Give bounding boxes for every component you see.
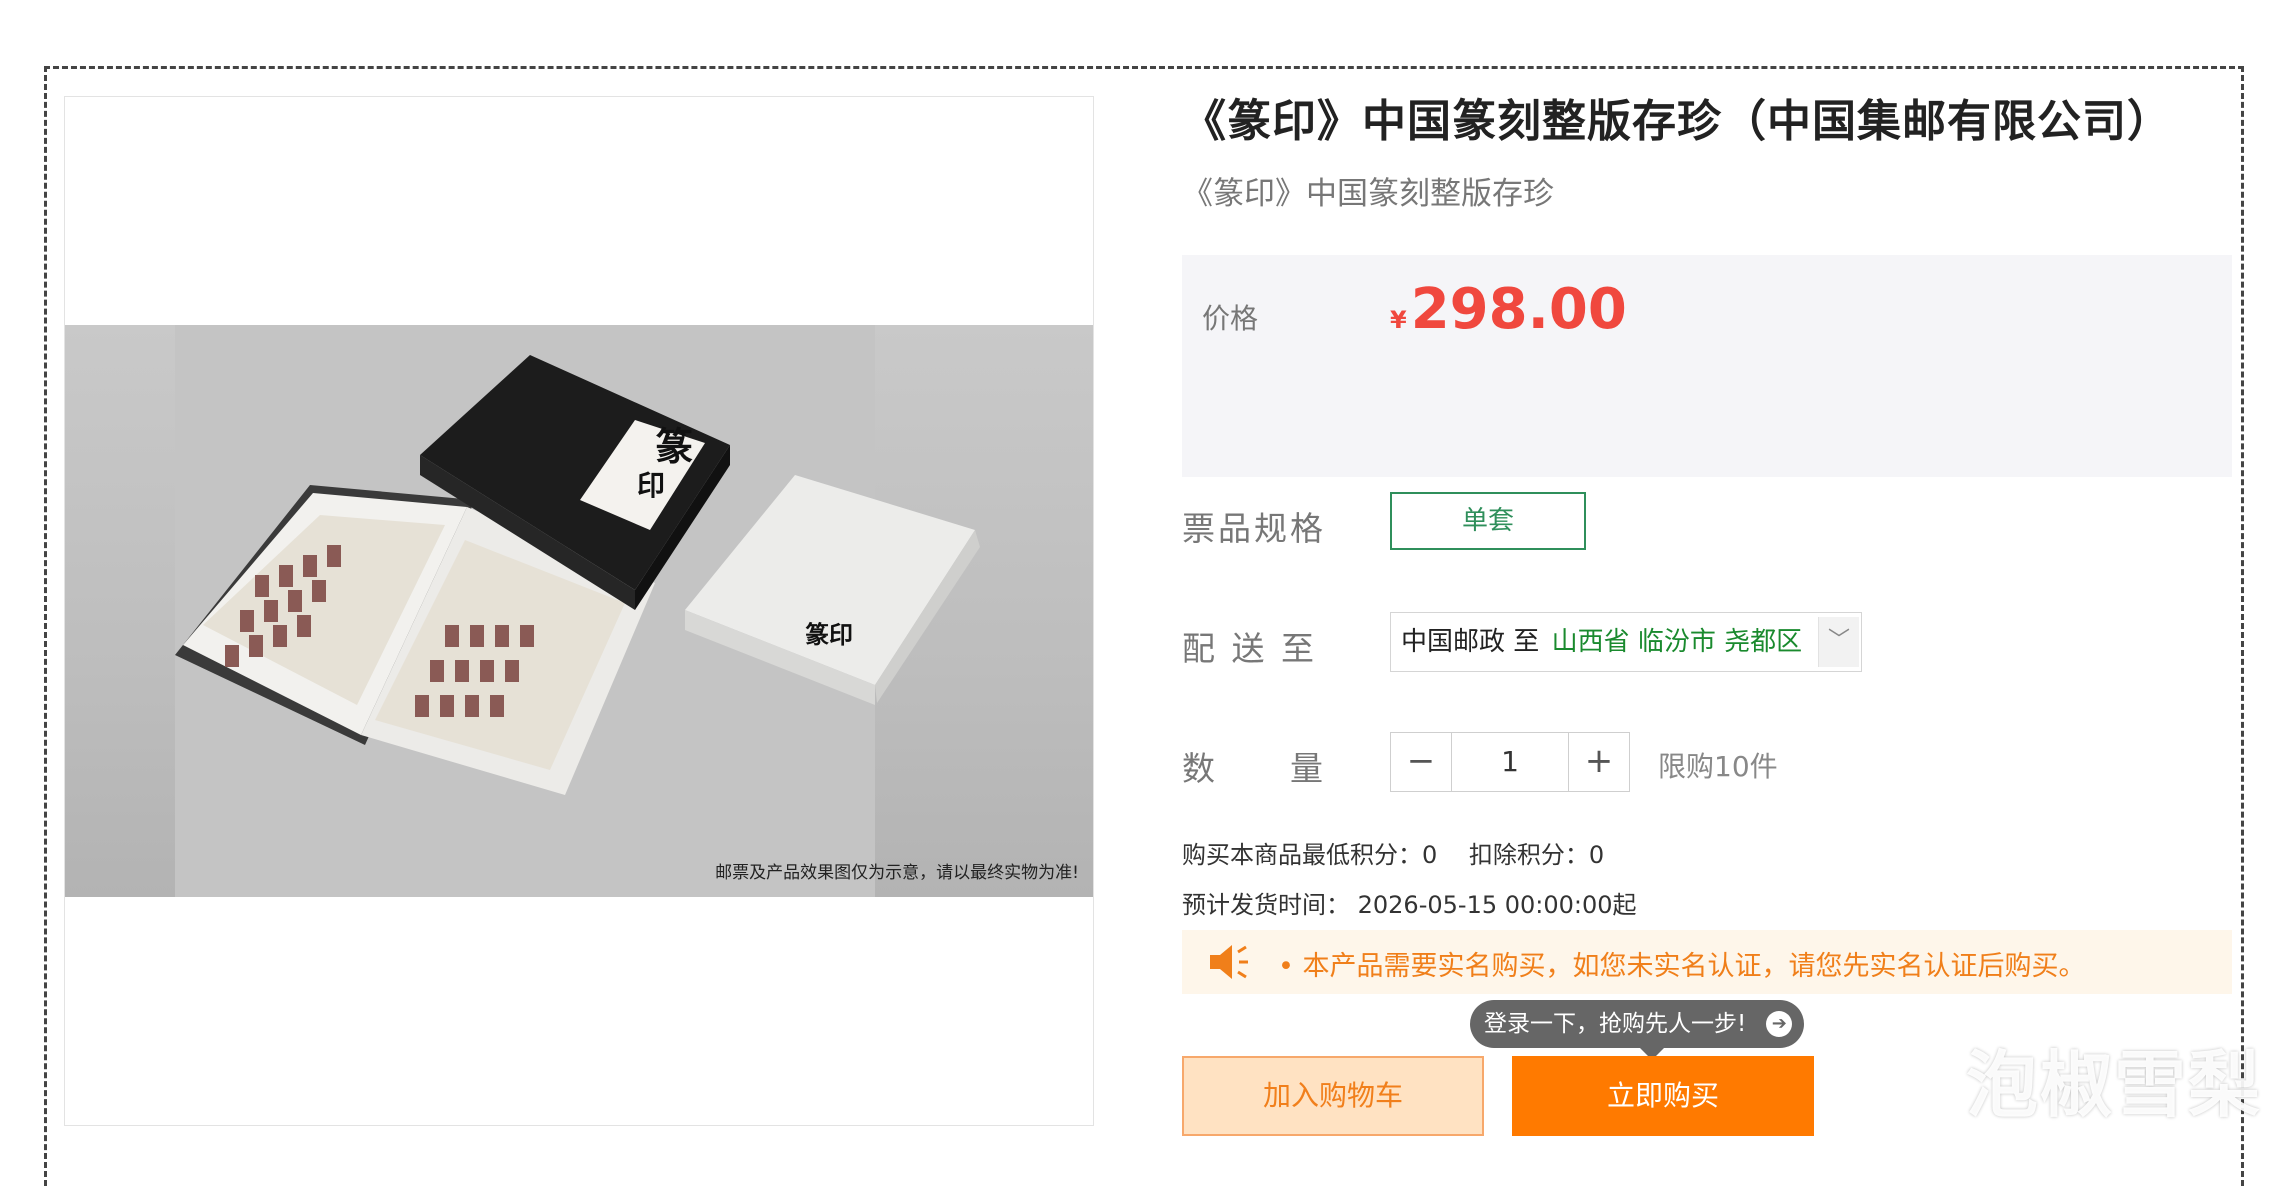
product-info-panel: 《篆印》中国篆刻整版存珍（中国集邮有限公司） 《篆印》中国篆刻整版存珍 价格 ¥… [1182, 90, 2232, 1136]
quantity-increase-button[interactable]: + [1568, 733, 1629, 791]
chevron-down-icon[interactable]: ﹀ [1818, 617, 1859, 667]
price-label: 价格 [1202, 302, 1259, 335]
shipping-region: 山西省 临汾市 尧都区 [1551, 627, 1803, 657]
price-box: 价格 ¥298.00 [1182, 255, 2232, 477]
add-to-cart-button[interactable]: 加入购物车 [1182, 1056, 1484, 1136]
product-title: 《篆印》中国篆刻整版存珍（中国集邮有限公司） [1182, 96, 2172, 147]
shipping-to: 至 [1513, 627, 1540, 657]
quantity-stepper: − 1 + [1390, 732, 1630, 792]
notice-text: • 本产品需要实名购买，如您未实名认证，请您先实名认证后购买。 [1278, 951, 2086, 982]
currency-symbol: ¥ [1390, 306, 1407, 334]
login-tooltip[interactable]: 登录一下，抢购先人一步! ➔ [1470, 1000, 1805, 1060]
real-name-notice: • 本产品需要实名购买，如您未实名认证，请您先实名认证后购买。 [1182, 930, 2232, 994]
product-subtitle: 《篆印》中国篆刻整版存珍 [1182, 176, 1554, 212]
product-illustration: 篆 印 篆印 [175, 325, 980, 897]
price-value: ¥298.00 [1390, 277, 1627, 342]
white-box-title: 篆印 [805, 620, 853, 649]
purchase-limit: 限购10件 [1658, 750, 1778, 783]
buy-now-button[interactable]: 立即购买 [1512, 1056, 1814, 1136]
quantity-decrease-button[interactable]: − [1391, 733, 1452, 791]
shipping-address-select[interactable]: 中国邮政 至 山西省 临汾市 尧都区 ﹀ [1390, 612, 1862, 672]
delivery-time: 预计发货时间： 2026-05-15 00:00:00起 [1182, 891, 1637, 919]
spec-label: 票品规格 [1182, 509, 1326, 548]
login-tooltip-text: 登录一下，抢购先人一步! [1484, 1011, 1747, 1037]
product-image-box[interactable]: 篆 印 篆印 邮票及产品效果图仅为示意，请以最终实物为准! [64, 96, 1094, 1126]
price-amount: 298.00 [1410, 277, 1627, 342]
points-info: 购买本商品最低积分：0 扣除积分：0 [1182, 841, 1605, 869]
speaker-icon [1208, 942, 1252, 986]
quantity-input[interactable]: 1 [1452, 733, 1568, 791]
shipping-carrier: 中国邮政 [1401, 627, 1506, 657]
watermark: 泡椒雪梨 [1966, 1043, 2263, 1127]
product-photo: 篆 印 篆印 邮票及产品效果图仅为示意，请以最终实物为准! [65, 325, 1093, 897]
quantity-label: 数 量 [1182, 749, 1326, 788]
box-title-char-2: 印 [637, 469, 665, 502]
image-disclaimer: 邮票及产品效果图仅为示意，请以最终实物为准! [715, 863, 1079, 883]
shipping-label: 配 送 至 [1182, 629, 1317, 668]
arrow-right-circle-icon[interactable]: ➔ [1766, 1011, 1793, 1037]
box-title-char-1: 篆 [655, 424, 693, 469]
spec-option-single-set[interactable]: 单套 [1390, 492, 1586, 550]
